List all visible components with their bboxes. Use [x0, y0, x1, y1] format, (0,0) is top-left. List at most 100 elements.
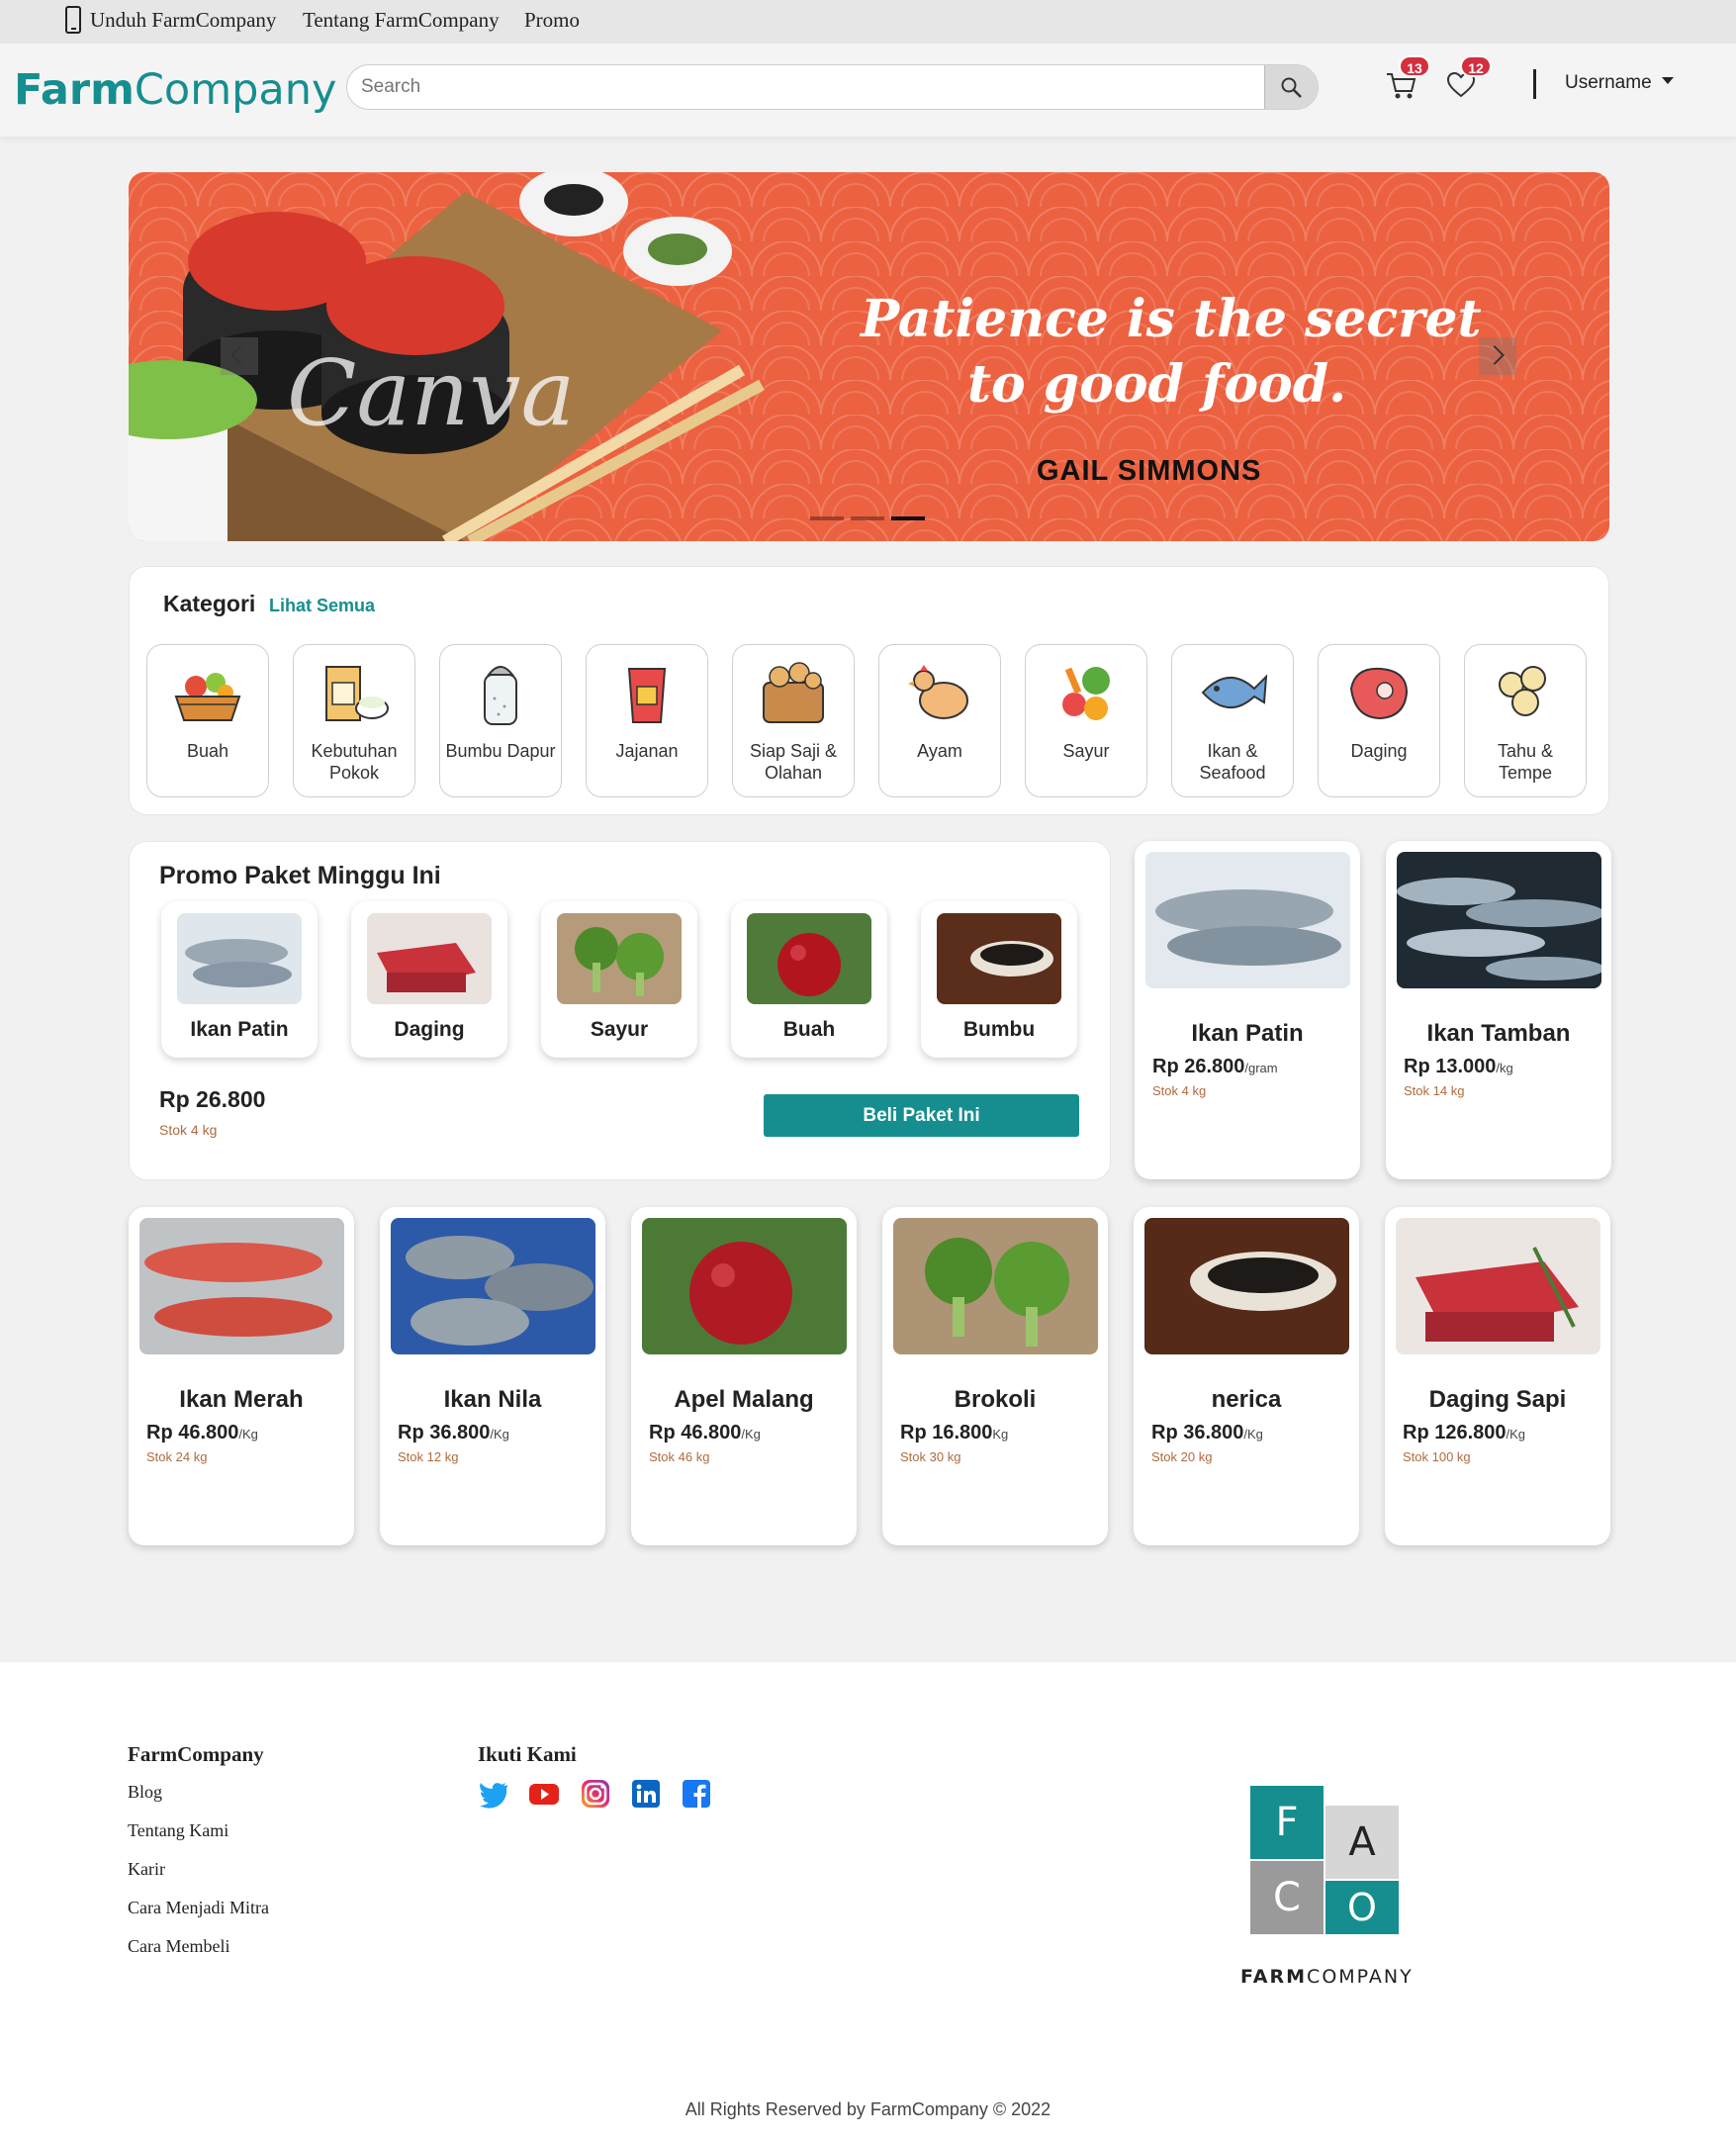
- category-item-ayam[interactable]: Ayam: [878, 644, 1001, 797]
- promo-item-label: Ikan Patin: [190, 1018, 289, 1041]
- promo-item-label: Bumbu: [962, 1018, 1036, 1041]
- promo-item[interactable]: Daging: [351, 901, 507, 1058]
- salt-shaker-icon: [463, 659, 538, 728]
- footer-link-blog[interactable]: Blog: [128, 1782, 162, 1803]
- footer-logo: F A C O: [1250, 1786, 1399, 1934]
- product-price: Rp 16.800Kg: [900, 1422, 1008, 1444]
- product-stock: Stok 46 kg: [649, 1449, 710, 1464]
- product-card[interactable]: Ikan Merah Rp 46.800/Kg Stok 24 kg: [129, 1207, 354, 1545]
- category-item-daging[interactable]: Daging: [1318, 644, 1440, 797]
- promo-item[interactable]: Ikan Patin: [161, 901, 318, 1058]
- category-item-tahu-tempe[interactable]: Tahu & Tempe: [1464, 644, 1587, 797]
- product-card[interactable]: Ikan Patin Rp 26.800/gram Stok 4 kg: [1135, 841, 1360, 1179]
- promo-item[interactable]: Buah: [731, 901, 887, 1058]
- banner-quote-line2: to good food.: [967, 354, 1347, 415]
- footer-link-how-to-buy[interactable]: Cara Membeli: [128, 1936, 229, 1957]
- see-all-link[interactable]: Lihat Semua: [269, 596, 375, 616]
- rice-bag-icon: [317, 659, 392, 728]
- category-item-buah[interactable]: Buah: [146, 644, 269, 797]
- product-card[interactable]: Brokoli Rp 16.800Kg Stok 30 kg: [882, 1207, 1108, 1545]
- category-panel: Kategori Lihat Semua Buah Kebutuhan Poko…: [129, 566, 1609, 815]
- product-name: nerica: [1211, 1386, 1282, 1413]
- category-label: Bumbu Dapur: [445, 741, 556, 761]
- category-label: Sayur: [1062, 741, 1110, 761]
- product-price: Rp 36.800/Kg: [1151, 1422, 1263, 1444]
- footer-logo-text-rest: COMPANY: [1307, 1966, 1414, 1988]
- top-strip: Unduh FarmCompany Tentang FarmCompany Pr…: [0, 0, 1736, 44]
- promo-item[interactable]: Sayur: [541, 901, 697, 1058]
- product-name: Ikan Nila: [443, 1386, 542, 1413]
- header-divider: [1533, 69, 1536, 99]
- product-name: Brokoli: [954, 1386, 1037, 1413]
- linkedin-icon[interactable]: [630, 1778, 662, 1810]
- footer-link-partner[interactable]: Cara Menjadi Mitra: [128, 1898, 269, 1918]
- user-menu[interactable]: Username: [1565, 72, 1674, 94]
- product-price-value: Rp 13.000: [1404, 1056, 1497, 1077]
- product-card[interactable]: Apel Malang Rp 46.800/Kg Stok 46 kg: [631, 1207, 857, 1545]
- category-item-bumbu-dapur[interactable]: Bumbu Dapur: [439, 644, 562, 797]
- promo-link[interactable]: Promo: [524, 8, 580, 33]
- vegetable-icon: [1049, 659, 1124, 728]
- banner-next-button[interactable]: [1479, 337, 1516, 375]
- banner-indicators: [810, 508, 932, 525]
- search-bar: [346, 64, 1319, 110]
- product-stock: Stok 30 kg: [900, 1449, 961, 1464]
- banner-prev-button[interactable]: [221, 337, 258, 375]
- search-button[interactable]: [1264, 65, 1318, 109]
- twitter-icon[interactable]: [478, 1778, 509, 1810]
- product-price-value: Rp 26.800: [1152, 1056, 1245, 1077]
- buy-package-button[interactable]: Beli Paket Ini: [764, 1094, 1079, 1137]
- phone-icon: [65, 6, 81, 34]
- category-item-kebutuhan-pokok[interactable]: Kebutuhan Pokok: [293, 644, 415, 797]
- fruit-basket-icon: [170, 659, 245, 728]
- logo-tile-a: A: [1325, 1806, 1399, 1879]
- footer-link-career[interactable]: Karir: [128, 1859, 165, 1880]
- brand-logo[interactable]: FarmCompany: [14, 65, 336, 115]
- product-price: Rp 26.800/gram: [1152, 1056, 1278, 1078]
- logo-tile-c: C: [1250, 1861, 1324, 1934]
- product-name: Ikan Merah: [179, 1386, 304, 1413]
- category-item-ikan-seafood[interactable]: Ikan & Seafood: [1171, 644, 1294, 797]
- promo-stock: Stok 4 kg: [159, 1122, 218, 1138]
- about-link[interactable]: Tentang FarmCompany: [303, 8, 500, 33]
- promo-item-label: Daging: [394, 1018, 465, 1041]
- banner-author: GAIL SIMMONS: [1037, 455, 1262, 487]
- youtube-icon[interactable]: [528, 1778, 560, 1810]
- footer-link-about[interactable]: Tentang Kami: [128, 1820, 228, 1841]
- search-input[interactable]: [347, 65, 1265, 109]
- category-title: Kategori: [163, 591, 256, 616]
- download-app-link[interactable]: Unduh FarmCompany: [90, 8, 276, 33]
- caret-down-icon: [1661, 77, 1674, 85]
- product-card[interactable]: Ikan Nila Rp 36.800/Kg Stok 12 kg: [380, 1207, 605, 1545]
- product-price: Rp 46.800/Kg: [146, 1422, 258, 1444]
- category-label: Tahu & Tempe: [1497, 741, 1554, 783]
- slide-indicator[interactable]: [851, 516, 884, 520]
- category-item-jajanan[interactable]: Jajanan: [586, 644, 708, 797]
- instagram-icon[interactable]: [580, 1778, 611, 1810]
- promo-item-label: Sayur: [590, 1018, 649, 1041]
- search-icon: [1281, 77, 1302, 98]
- product-price-unit: /Kg: [238, 1427, 258, 1442]
- product-price: Rp 13.000/kg: [1404, 1056, 1513, 1078]
- product-price-value: Rp 36.800: [1151, 1422, 1244, 1443]
- copyright: All Rights Reserved by FarmCompany © 202…: [685, 2099, 1051, 2119]
- logo-tile-f: F: [1250, 1786, 1324, 1859]
- category-item-siap-saji[interactable]: Siap Saji & Olahan: [732, 644, 855, 797]
- product-image: [893, 1218, 1098, 1354]
- product-card[interactable]: Daging Sapi Rp 126.800/Kg Stok 100 kg: [1385, 1207, 1610, 1545]
- slide-indicator-active[interactable]: [891, 516, 925, 520]
- product-card[interactable]: Ikan Tamban Rp 13.000/kg Stok 14 kg: [1386, 841, 1611, 1179]
- product-stock: Stok 20 kg: [1151, 1449, 1213, 1464]
- slide-indicator[interactable]: [810, 516, 844, 520]
- meat-icon: [1341, 659, 1416, 728]
- promo-item[interactable]: Bumbu: [921, 901, 1077, 1058]
- product-card[interactable]: nerica Rp 36.800/Kg Stok 20 kg: [1134, 1207, 1359, 1545]
- facebook-icon[interactable]: [681, 1778, 712, 1810]
- category-item-sayur[interactable]: Sayur: [1025, 644, 1147, 797]
- promo-price: Rp 26.800: [159, 1086, 266, 1112]
- category-label: Buah: [186, 741, 229, 761]
- snack-bag-icon: [609, 659, 685, 728]
- hero-banner[interactable]: Canva Patience is the secret to good foo…: [129, 172, 1609, 541]
- product-price: Rp 126.800/Kg: [1403, 1422, 1525, 1444]
- banner-watermark: Canva: [287, 340, 576, 446]
